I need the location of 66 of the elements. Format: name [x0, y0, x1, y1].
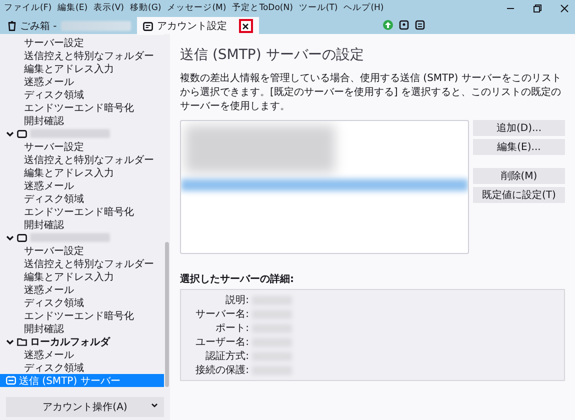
- field-label: 接続の保護:: [194, 364, 250, 377]
- field-label: ポート:: [214, 322, 250, 335]
- settings-icon: [142, 22, 153, 30]
- sidebar-item[interactable]: ローカルフォルダ: [30, 334, 110, 348]
- details-heading: 選択したサーバーの詳細:: [180, 272, 295, 286]
- page-title: 送信 (SMTP) サーバーの設定: [180, 46, 365, 64]
- sidebar-item[interactable]: 送信 (SMTP) サーバー: [0, 374, 164, 387]
- menu-item[interactable]: ツール(T): [298, 2, 338, 14]
- sidebar-item[interactable]: 迷惑メール: [0, 179, 164, 192]
- sidebar-item[interactable]: 編集とアドレス入力: [0, 270, 164, 283]
- sidebar-item[interactable]: サーバー設定: [0, 140, 164, 153]
- menu-item[interactable]: ファイル(F): [4, 2, 52, 14]
- field-label: サーバー名:: [194, 308, 250, 321]
- account-actions-button[interactable]: アカウント操作(A): [6, 397, 164, 417]
- sidebar-item[interactable]: 迷惑メール: [0, 283, 164, 296]
- close-icon[interactable]: [560, 4, 569, 13]
- menu-item[interactable]: 移動(G): [130, 2, 162, 14]
- field-label: 認証方式:: [204, 350, 250, 363]
- sidebar-item[interactable]: 迷惑メール: [0, 75, 164, 88]
- sidebar-item[interactable]: エンドツーエンド暗号化: [0, 101, 164, 114]
- menu-item[interactable]: ヘルプ(H): [344, 2, 384, 14]
- folder-icon: [17, 338, 27, 346]
- sidebar-item[interactable]: 送信控えと特別なフォルダー: [0, 153, 164, 166]
- sidebar-item[interactable]: サーバー設定: [0, 36, 164, 49]
- sidebar-item[interactable]: ディスク領域: [0, 88, 164, 101]
- sidebar-item[interactable]: エンドツーエンド暗号化: [0, 205, 164, 218]
- action-button[interactable]: 編集(E)...: [473, 139, 565, 155]
- server-icon: [6, 376, 16, 385]
- envelope-icon: [17, 234, 27, 242]
- close-button[interactable]: [238, 19, 253, 33]
- sidebar-item[interactable]: 編集とアドレス入力: [0, 62, 164, 75]
- menu-item[interactable]: 編集(E): [58, 2, 88, 14]
- trash-icon: [8, 21, 16, 31]
- menu-item[interactable]: メッセージ(M): [167, 2, 226, 14]
- close-icon: [242, 22, 250, 30]
- scrollbar-thumb[interactable]: [165, 242, 169, 387]
- chevron-icon[interactable]: [6, 234, 14, 242]
- caret-icon: [151, 403, 158, 408]
- action-button[interactable]: 既定値に設定(T): [473, 187, 565, 203]
- action-button[interactable]: 削除(M): [473, 168, 565, 184]
- menu-item[interactable]: 予定とToDo(N): [232, 2, 293, 14]
- sidebar-item[interactable]: 開封確認: [0, 218, 164, 231]
- sidebar-item[interactable]: 送信控えと特別なフォルダー: [0, 257, 164, 270]
- sidebar-item[interactable]: 開封確認: [0, 114, 164, 127]
- sidebar-item[interactable]: 迷惑メール: [0, 348, 164, 361]
- blurred-text: [60, 21, 131, 31]
- description: 複数の差出人情報を管理している場合、使用する送信 (SMTP) サーバーをこのリストから選択できます。[既定のサーバーを使用する] を選択すると、このリストの既定のサーバーを使用します。: [180, 72, 562, 114]
- action-button[interactable]: 追加(D)...: [473, 120, 565, 136]
- sidebar-item[interactable]: エンドツーエンド暗号化: [0, 309, 164, 322]
- sidebar-item[interactable]: 開封確認: [0, 322, 164, 335]
- sidebar-item[interactable]: 送信控えと特別なフォルダー: [0, 49, 164, 62]
- field-label: 説明:: [224, 294, 250, 307]
- restore-icon[interactable]: [533, 4, 542, 13]
- chevron-icon[interactable]: [6, 338, 14, 346]
- sidebar-item[interactable]: 編集とアドレス入力: [0, 166, 164, 179]
- envelope-icon: [17, 130, 27, 138]
- sidebar-item[interactable]: ディスク領域: [0, 296, 164, 309]
- sidebar-item[interactable]: ディスク領域: [0, 192, 164, 205]
- upload-icon[interactable]: [383, 20, 393, 30]
- chevron-icon[interactable]: [6, 130, 14, 138]
- tab[interactable]: ごみ箱 -: [2, 17, 137, 35]
- sidebar-item[interactable]: ディスク領域: [0, 361, 164, 374]
- field-label: ユーザー名:: [194, 336, 250, 349]
- sidebar-item[interactable]: サーバー設定: [0, 244, 164, 257]
- tab[interactable]: アカウント設定: [136, 17, 259, 35]
- menu-item[interactable]: 表示(V): [94, 2, 124, 14]
